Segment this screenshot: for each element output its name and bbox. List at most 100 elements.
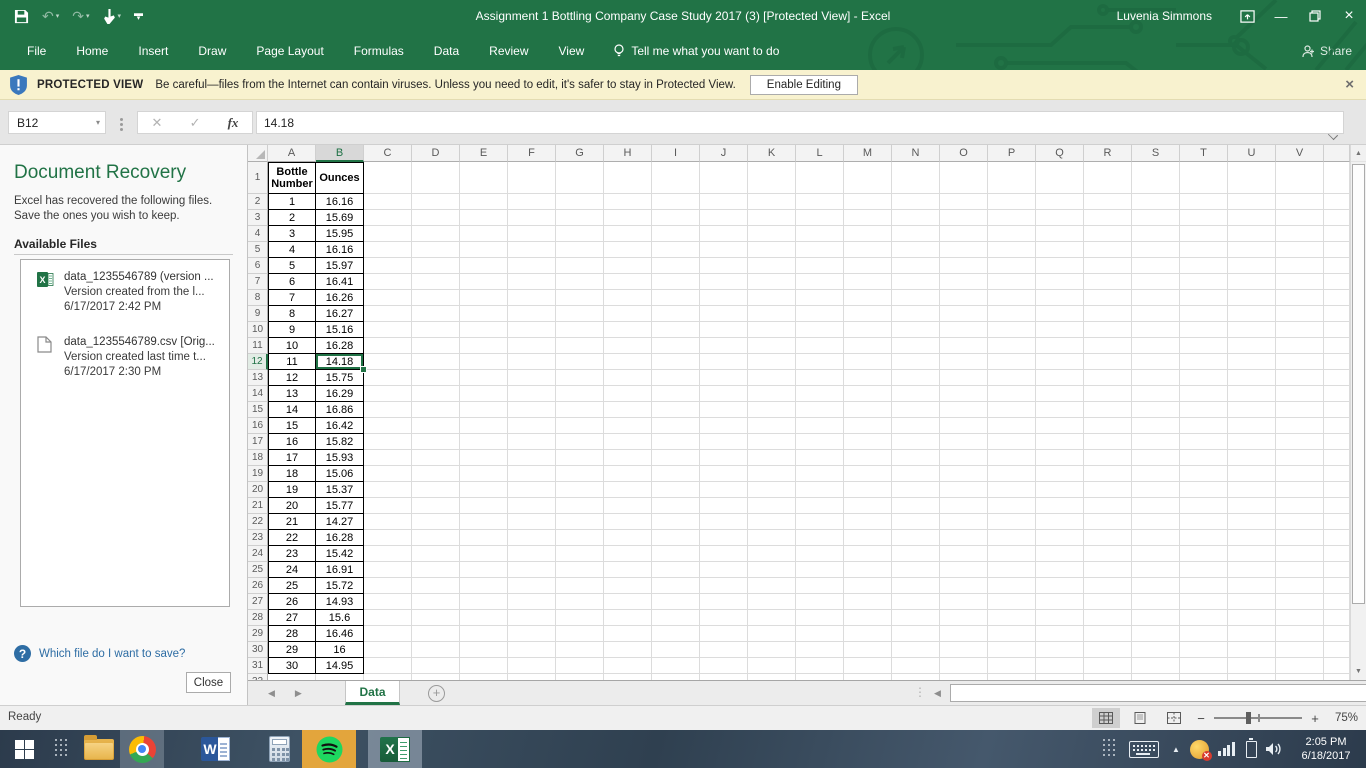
- cell-T27[interactable]: [1180, 594, 1228, 610]
- cell-R1[interactable]: [1084, 162, 1132, 194]
- cell-J29[interactable]: [700, 626, 748, 642]
- cell-J24[interactable]: [700, 546, 748, 562]
- cell-R31[interactable]: [1084, 658, 1132, 674]
- cell-P10[interactable]: [988, 322, 1036, 338]
- cell-N14[interactable]: [892, 386, 940, 402]
- cell-I31[interactable]: [652, 658, 700, 674]
- cell-G16[interactable]: [556, 418, 604, 434]
- cell-L14[interactable]: [796, 386, 844, 402]
- cell-P17[interactable]: [988, 434, 1036, 450]
- cell-A6[interactable]: 5: [268, 258, 316, 274]
- cell-S17[interactable]: [1132, 434, 1180, 450]
- cell-E9[interactable]: [460, 306, 508, 322]
- vertical-scrollbar[interactable]: ▲ ▼: [1350, 145, 1366, 680]
- cell-O15[interactable]: [940, 402, 988, 418]
- cell-F17[interactable]: [508, 434, 556, 450]
- cell-G1[interactable]: [556, 162, 604, 194]
- cell-K10[interactable]: [748, 322, 796, 338]
- cell-G13[interactable]: [556, 370, 604, 386]
- cell-I11[interactable]: [652, 338, 700, 354]
- cell-G30[interactable]: [556, 642, 604, 658]
- cell-K21[interactable]: [748, 498, 796, 514]
- cell-M23[interactable]: [844, 530, 892, 546]
- cell-L3[interactable]: [796, 210, 844, 226]
- cell-N22[interactable]: [892, 514, 940, 530]
- fill-handle[interactable]: [360, 366, 367, 373]
- cell-Q22[interactable]: [1036, 514, 1084, 530]
- cell-P31[interactable]: [988, 658, 1036, 674]
- cell-D22[interactable]: [412, 514, 460, 530]
- cell-Q8[interactable]: [1036, 290, 1084, 306]
- cell-B9[interactable]: 16.27: [316, 306, 364, 322]
- cell-T9[interactable]: [1180, 306, 1228, 322]
- cell-A11[interactable]: 10: [268, 338, 316, 354]
- cell-C9[interactable]: [364, 306, 412, 322]
- cell-H19[interactable]: [604, 466, 652, 482]
- cell-T14[interactable]: [1180, 386, 1228, 402]
- cell-O25[interactable]: [940, 562, 988, 578]
- cell-N19[interactable]: [892, 466, 940, 482]
- cell-O5[interactable]: [940, 242, 988, 258]
- pane-close-button[interactable]: Close: [186, 672, 231, 693]
- cell-D1[interactable]: [412, 162, 460, 194]
- cell-T15[interactable]: [1180, 402, 1228, 418]
- cell-T26[interactable]: [1180, 578, 1228, 594]
- cell-N23[interactable]: [892, 530, 940, 546]
- row-header-8[interactable]: 8: [248, 290, 268, 306]
- row-header-9[interactable]: 9: [248, 306, 268, 322]
- cell-F22[interactable]: [508, 514, 556, 530]
- cell-T31[interactable]: [1180, 658, 1228, 674]
- cell-N31[interactable]: [892, 658, 940, 674]
- cell-E7[interactable]: [460, 274, 508, 290]
- cell-U25[interactable]: [1228, 562, 1276, 578]
- row-header-5[interactable]: 5: [248, 242, 268, 258]
- cell-E16[interactable]: [460, 418, 508, 434]
- cell-B7[interactable]: 16.41: [316, 274, 364, 290]
- ribbon-tab-data[interactable]: Data: [419, 32, 474, 70]
- cell-V3[interactable]: [1276, 210, 1324, 226]
- cell-M14[interactable]: [844, 386, 892, 402]
- row-header-23[interactable]: 23: [248, 530, 268, 546]
- row-header-7[interactable]: 7: [248, 274, 268, 290]
- cell-E5[interactable]: [460, 242, 508, 258]
- cell-G19[interactable]: [556, 466, 604, 482]
- cell-S23[interactable]: [1132, 530, 1180, 546]
- cell-F10[interactable]: [508, 322, 556, 338]
- cell-Q6[interactable]: [1036, 258, 1084, 274]
- cell-J27[interactable]: [700, 594, 748, 610]
- cell-K6[interactable]: [748, 258, 796, 274]
- cell-S2[interactable]: [1132, 194, 1180, 210]
- cell-H3[interactable]: [604, 210, 652, 226]
- row-header-13[interactable]: 13: [248, 370, 268, 386]
- cell-A9[interactable]: 8: [268, 306, 316, 322]
- cell-O8[interactable]: [940, 290, 988, 306]
- cell-H12[interactable]: [604, 354, 652, 370]
- cell-B1[interactable]: Ounces: [316, 162, 364, 194]
- cell-V21[interactable]: [1276, 498, 1324, 514]
- cell-U2[interactable]: [1228, 194, 1276, 210]
- cell-F19[interactable]: [508, 466, 556, 482]
- cell-J7[interactable]: [700, 274, 748, 290]
- cell-B23[interactable]: 16.28: [316, 530, 364, 546]
- cell-T17[interactable]: [1180, 434, 1228, 450]
- cell-V8[interactable]: [1276, 290, 1324, 306]
- cell-K19[interactable]: [748, 466, 796, 482]
- column-header-F[interactable]: F: [508, 145, 556, 162]
- cell-L24[interactable]: [796, 546, 844, 562]
- cell-Q4[interactable]: [1036, 226, 1084, 242]
- cell-G14[interactable]: [556, 386, 604, 402]
- cell-V28[interactable]: [1276, 610, 1324, 626]
- cell-N29[interactable]: [892, 626, 940, 642]
- cell-M18[interactable]: [844, 450, 892, 466]
- help-row[interactable]: ? Which file do I want to save?: [14, 645, 185, 662]
- column-header-I[interactable]: I: [652, 145, 700, 162]
- cell-A1[interactable]: Bottle Number: [268, 162, 316, 194]
- cell-J31[interactable]: [700, 658, 748, 674]
- cell-K3[interactable]: [748, 210, 796, 226]
- cell-P23[interactable]: [988, 530, 1036, 546]
- cell-L17[interactable]: [796, 434, 844, 450]
- cell-S1[interactable]: [1132, 162, 1180, 194]
- cell-O24[interactable]: [940, 546, 988, 562]
- vertical-scroll-thumb[interactable]: [1352, 164, 1365, 604]
- cell-V15[interactable]: [1276, 402, 1324, 418]
